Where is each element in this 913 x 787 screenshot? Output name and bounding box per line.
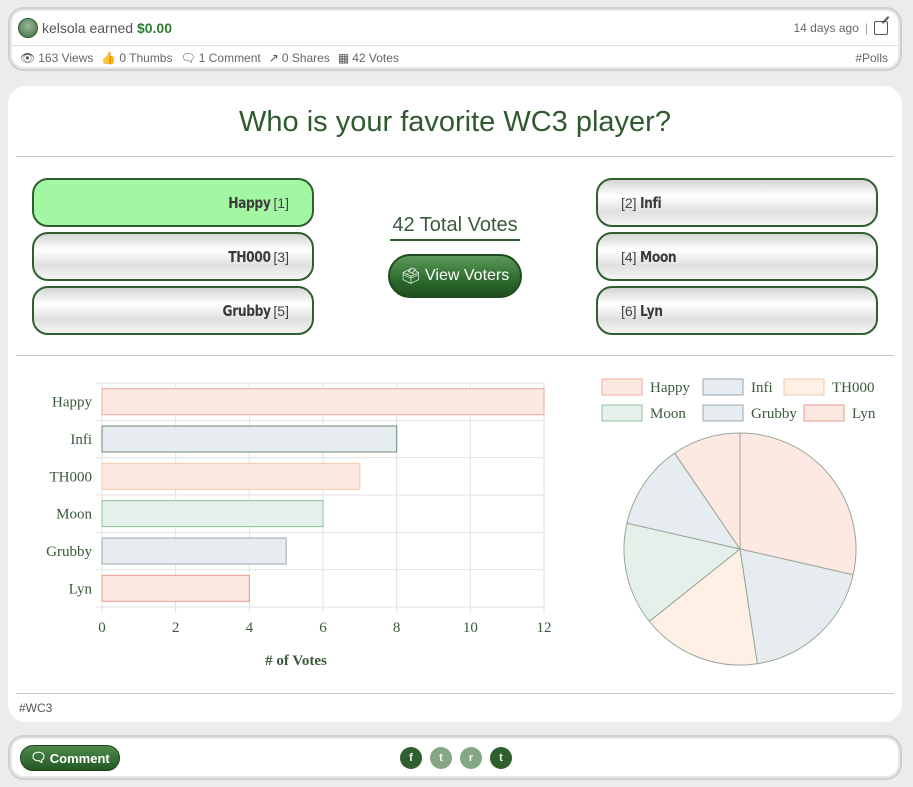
earned-text: kelsola earned $0.00 [42,20,173,36]
post-footer: 🗨 Comment f t r t [8,735,902,780]
x-tick-label: 8 [393,620,401,636]
legend-label: Lyn [852,406,876,422]
poll-card: Who is your favorite WC3 player? Happy [1… [8,86,902,722]
stat-comments[interactable]: 🗨 1 Comment [180,51,260,65]
x-tick-label: 2 [172,620,180,636]
x-tick-label: 6 [319,620,327,636]
post-time: 14 days ago [793,21,859,35]
divider [16,693,894,694]
legend-label: TH000 [832,380,875,396]
post-stats: 👁 163 Views 👍 0 Thumbs 🗨 1 Comment ↗ 0 Share… [20,49,888,67]
eye-icon: 👁 [20,51,36,65]
x-tick-label: 4 [246,620,254,636]
voters-icon: 🗳 [400,268,422,285]
chart-area: Happy Infi TH000 Moon Grubby Lyn 0 2 4 6 8 10 12 # of… [16,369,894,699]
category-label: Happy [52,395,92,411]
stat-views: 👁 163 Views [20,51,94,65]
earned-amount: $0.00 [136,20,173,36]
legend-label: Grubby [751,406,797,422]
stat-thumbs[interactable]: 👍 0 Thumbs [101,51,172,65]
post-header: kelsola earned $0.00 14 days ago | 👁 163 … [8,7,902,71]
bar-happy [101,388,545,416]
username[interactable]: kelsola [42,20,86,36]
separator: | [864,21,868,35]
category-label: Moon [56,507,92,523]
legend-swatch [783,378,825,396]
legend-swatch [702,378,744,396]
comment-button[interactable]: 🗨 Comment [20,745,120,771]
stat-shares[interactable]: ↗ 0 Shares [269,51,330,65]
bar-th000 [101,462,361,490]
legend-swatch [601,378,643,396]
legend-label: Moon [650,406,686,422]
reddit-icon[interactable]: r [460,747,482,769]
legend-swatch [702,404,744,422]
legend-label: Infi [751,380,773,396]
poll-option-moon[interactable]: [4] Moon [596,232,878,281]
x-tick-label: 12 [537,620,552,636]
poll-option-grubby[interactable]: Grubby [5] [32,286,314,335]
comment-icon: 🗨 [180,51,196,65]
avatar[interactable] [18,18,38,38]
x-tick-label: 0 [98,620,106,636]
tumblr-icon[interactable]: t [490,747,512,769]
divider [16,355,894,356]
category-label: TH000 [50,469,93,485]
legend-swatch [601,404,643,422]
results-charts: Happy Infi TH000 Moon Grubby Lyn 0 2 4 6 8 10 12 # of… [46,378,876,669]
view-voters-button[interactable]: 🗳 View Voters [388,254,522,298]
x-axis-title: # of Votes [265,653,327,669]
poll-title: Who is your favorite WC3 player? [239,106,671,138]
legend-label: Happy [650,380,690,396]
bar-grubby [101,537,287,565]
divider [12,45,898,46]
facebook-icon[interactable]: f [400,747,422,769]
category-label: Lyn [69,581,93,597]
bar-lyn [101,574,250,602]
edit-icon[interactable] [874,21,888,35]
comment-icon: 🗨 [30,750,47,765]
twitter-icon[interactable]: t [430,747,452,769]
bar-moon [101,500,324,528]
category-tag[interactable]: #Polls [855,51,888,65]
category-label: Infi [70,432,92,448]
poll-option-lyn[interactable]: [6] Lyn [596,286,878,335]
post-author-row: kelsola earned $0.00 14 days ago | [18,15,888,41]
legend-swatch [803,404,845,422]
bar-infi [101,425,398,453]
x-tick-label: 10 [463,620,478,636]
stat-votes: ▦ 42 Votes [337,51,399,65]
thumbs-up-icon: 👍 [101,51,117,65]
poll-option-th000[interactable]: TH000 [3] [32,232,314,281]
total-votes: 42 Total Votes [390,214,520,241]
poll-tag[interactable]: #WC3 [19,701,52,715]
ballot-icon: ▦ [337,51,350,65]
share-icon: ↗ [268,51,279,65]
divider [16,156,894,157]
category-label: Grubby [46,544,92,560]
poll-option-happy[interactable]: Happy [1] [32,178,314,227]
poll-option-infi[interactable]: [2] Infi [596,178,878,227]
